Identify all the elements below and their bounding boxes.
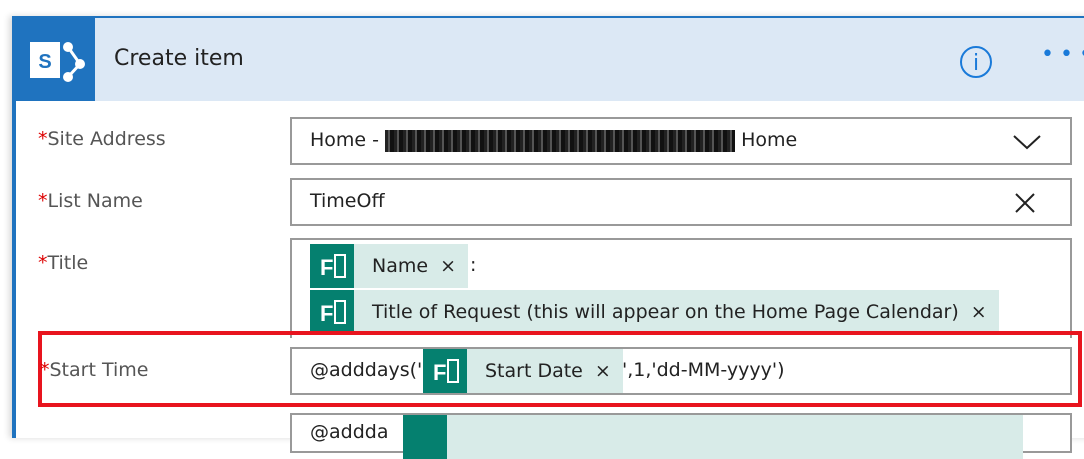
token-chip-start-date[interactable]: F Start Date × bbox=[423, 349, 623, 393]
forms-icon: F bbox=[423, 349, 467, 393]
list-name-label: *List Name bbox=[38, 190, 143, 212]
token-chip-title-of-request[interactable]: F Title of Request (this will appear on … bbox=[310, 290, 999, 334]
remove-token-icon[interactable]: × bbox=[595, 360, 611, 382]
title-label: *Title bbox=[38, 252, 89, 274]
list-name-field[interactable]: TimeOff bbox=[290, 178, 1072, 226]
site-address-label: *Site Address bbox=[38, 128, 166, 150]
remove-token-icon[interactable]: × bbox=[440, 255, 456, 277]
start-time-field[interactable]: @adddays(' F Start Date × ',1,'dd-MM-yyyy… bbox=[290, 347, 1072, 395]
more-options-icon[interactable]: ••• bbox=[1041, 42, 1084, 67]
forms-icon: F bbox=[310, 290, 354, 334]
forms-icon: F bbox=[310, 244, 354, 288]
title-field[interactable]: F Name × : F Title of Request (this will … bbox=[290, 238, 1072, 338]
svg-text:F: F bbox=[320, 255, 333, 280]
svg-text:F: F bbox=[433, 360, 446, 385]
card-title: Create item bbox=[114, 46, 244, 71]
info-icon[interactable]: i bbox=[960, 46, 992, 78]
site-address-dropdown[interactable]: Home - Home bbox=[290, 117, 1072, 165]
redacted-url bbox=[385, 129, 736, 152]
token-chip[interactable] bbox=[403, 415, 1023, 459]
forms-icon bbox=[403, 415, 447, 459]
clear-icon[interactable] bbox=[1014, 192, 1036, 214]
svg-text:S: S bbox=[38, 51, 51, 73]
chevron-down-icon[interactable] bbox=[1012, 133, 1042, 151]
remove-token-icon[interactable]: × bbox=[971, 301, 987, 323]
card-header[interactable]: S Create item i ••• bbox=[16, 18, 1084, 101]
token-chip-name[interactable]: F Name × bbox=[310, 244, 468, 288]
start-time-label: *Start Time bbox=[40, 359, 149, 381]
sharepoint-logo-icon: S bbox=[16, 18, 95, 101]
svg-text:F: F bbox=[320, 301, 333, 326]
next-field[interactable]: @addda bbox=[290, 413, 1072, 459]
